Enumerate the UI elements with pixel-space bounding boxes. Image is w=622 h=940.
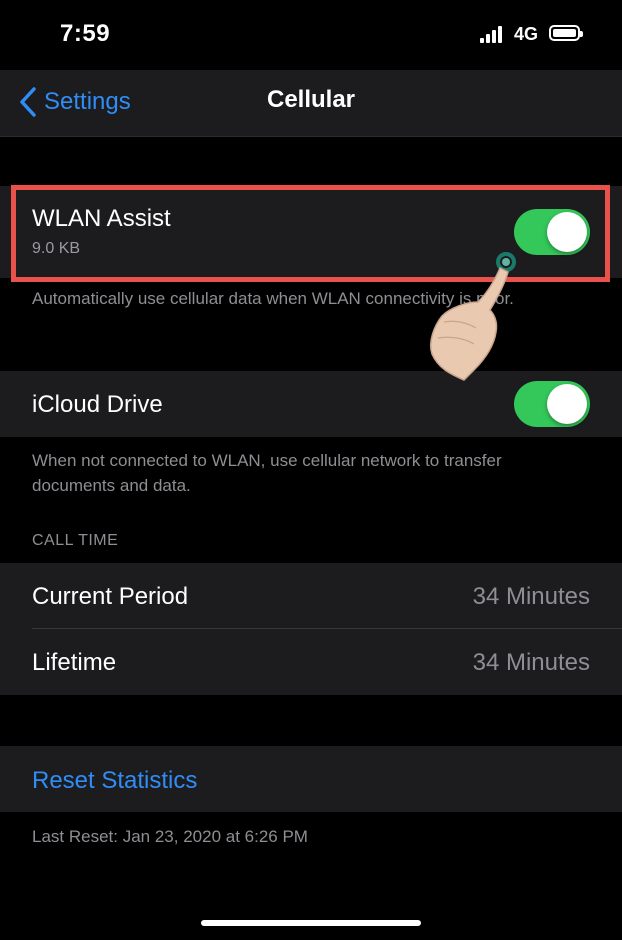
lifetime-label: Lifetime (32, 649, 117, 676)
row-divider (32, 628, 622, 629)
last-reset-text: Last Reset: Jan 23, 2020 at 6:26 PM (32, 827, 308, 846)
back-button-label: Settings (44, 88, 131, 115)
reset-statistics-button[interactable]: Reset Statistics (32, 767, 197, 795)
icloud-drive-description: When not connected to WLAN, use cellular… (32, 451, 502, 495)
reset-statistics-row: Reset Statistics (0, 746, 622, 812)
back-button[interactable]: Settings (18, 84, 131, 120)
current-period-label: Current Period (32, 583, 189, 610)
status-bar: 7:59 4G (0, 0, 622, 70)
status-time: 7:59 (60, 20, 111, 47)
battery-icon (549, 25, 583, 41)
current-period-value: 34 Minutes (472, 583, 590, 610)
icloud-drive-toggle[interactable] (514, 381, 590, 427)
navigation-bar: Cellular Settings (0, 70, 622, 137)
lifetime-value: 34 Minutes (472, 649, 590, 676)
call-time-group: Current Period 34 Minutes Lifetime 34 Mi… (0, 563, 622, 695)
call-time-header: CALL TIME (32, 532, 119, 549)
home-indicator[interactable] (201, 920, 421, 926)
pointing-hand-icon (430, 252, 516, 381)
chevron-left-icon (20, 87, 36, 117)
network-type: 4G (514, 24, 539, 44)
icloud-drive-title: iCloud Drive (32, 391, 163, 418)
cellular-signal-icon (480, 26, 504, 43)
